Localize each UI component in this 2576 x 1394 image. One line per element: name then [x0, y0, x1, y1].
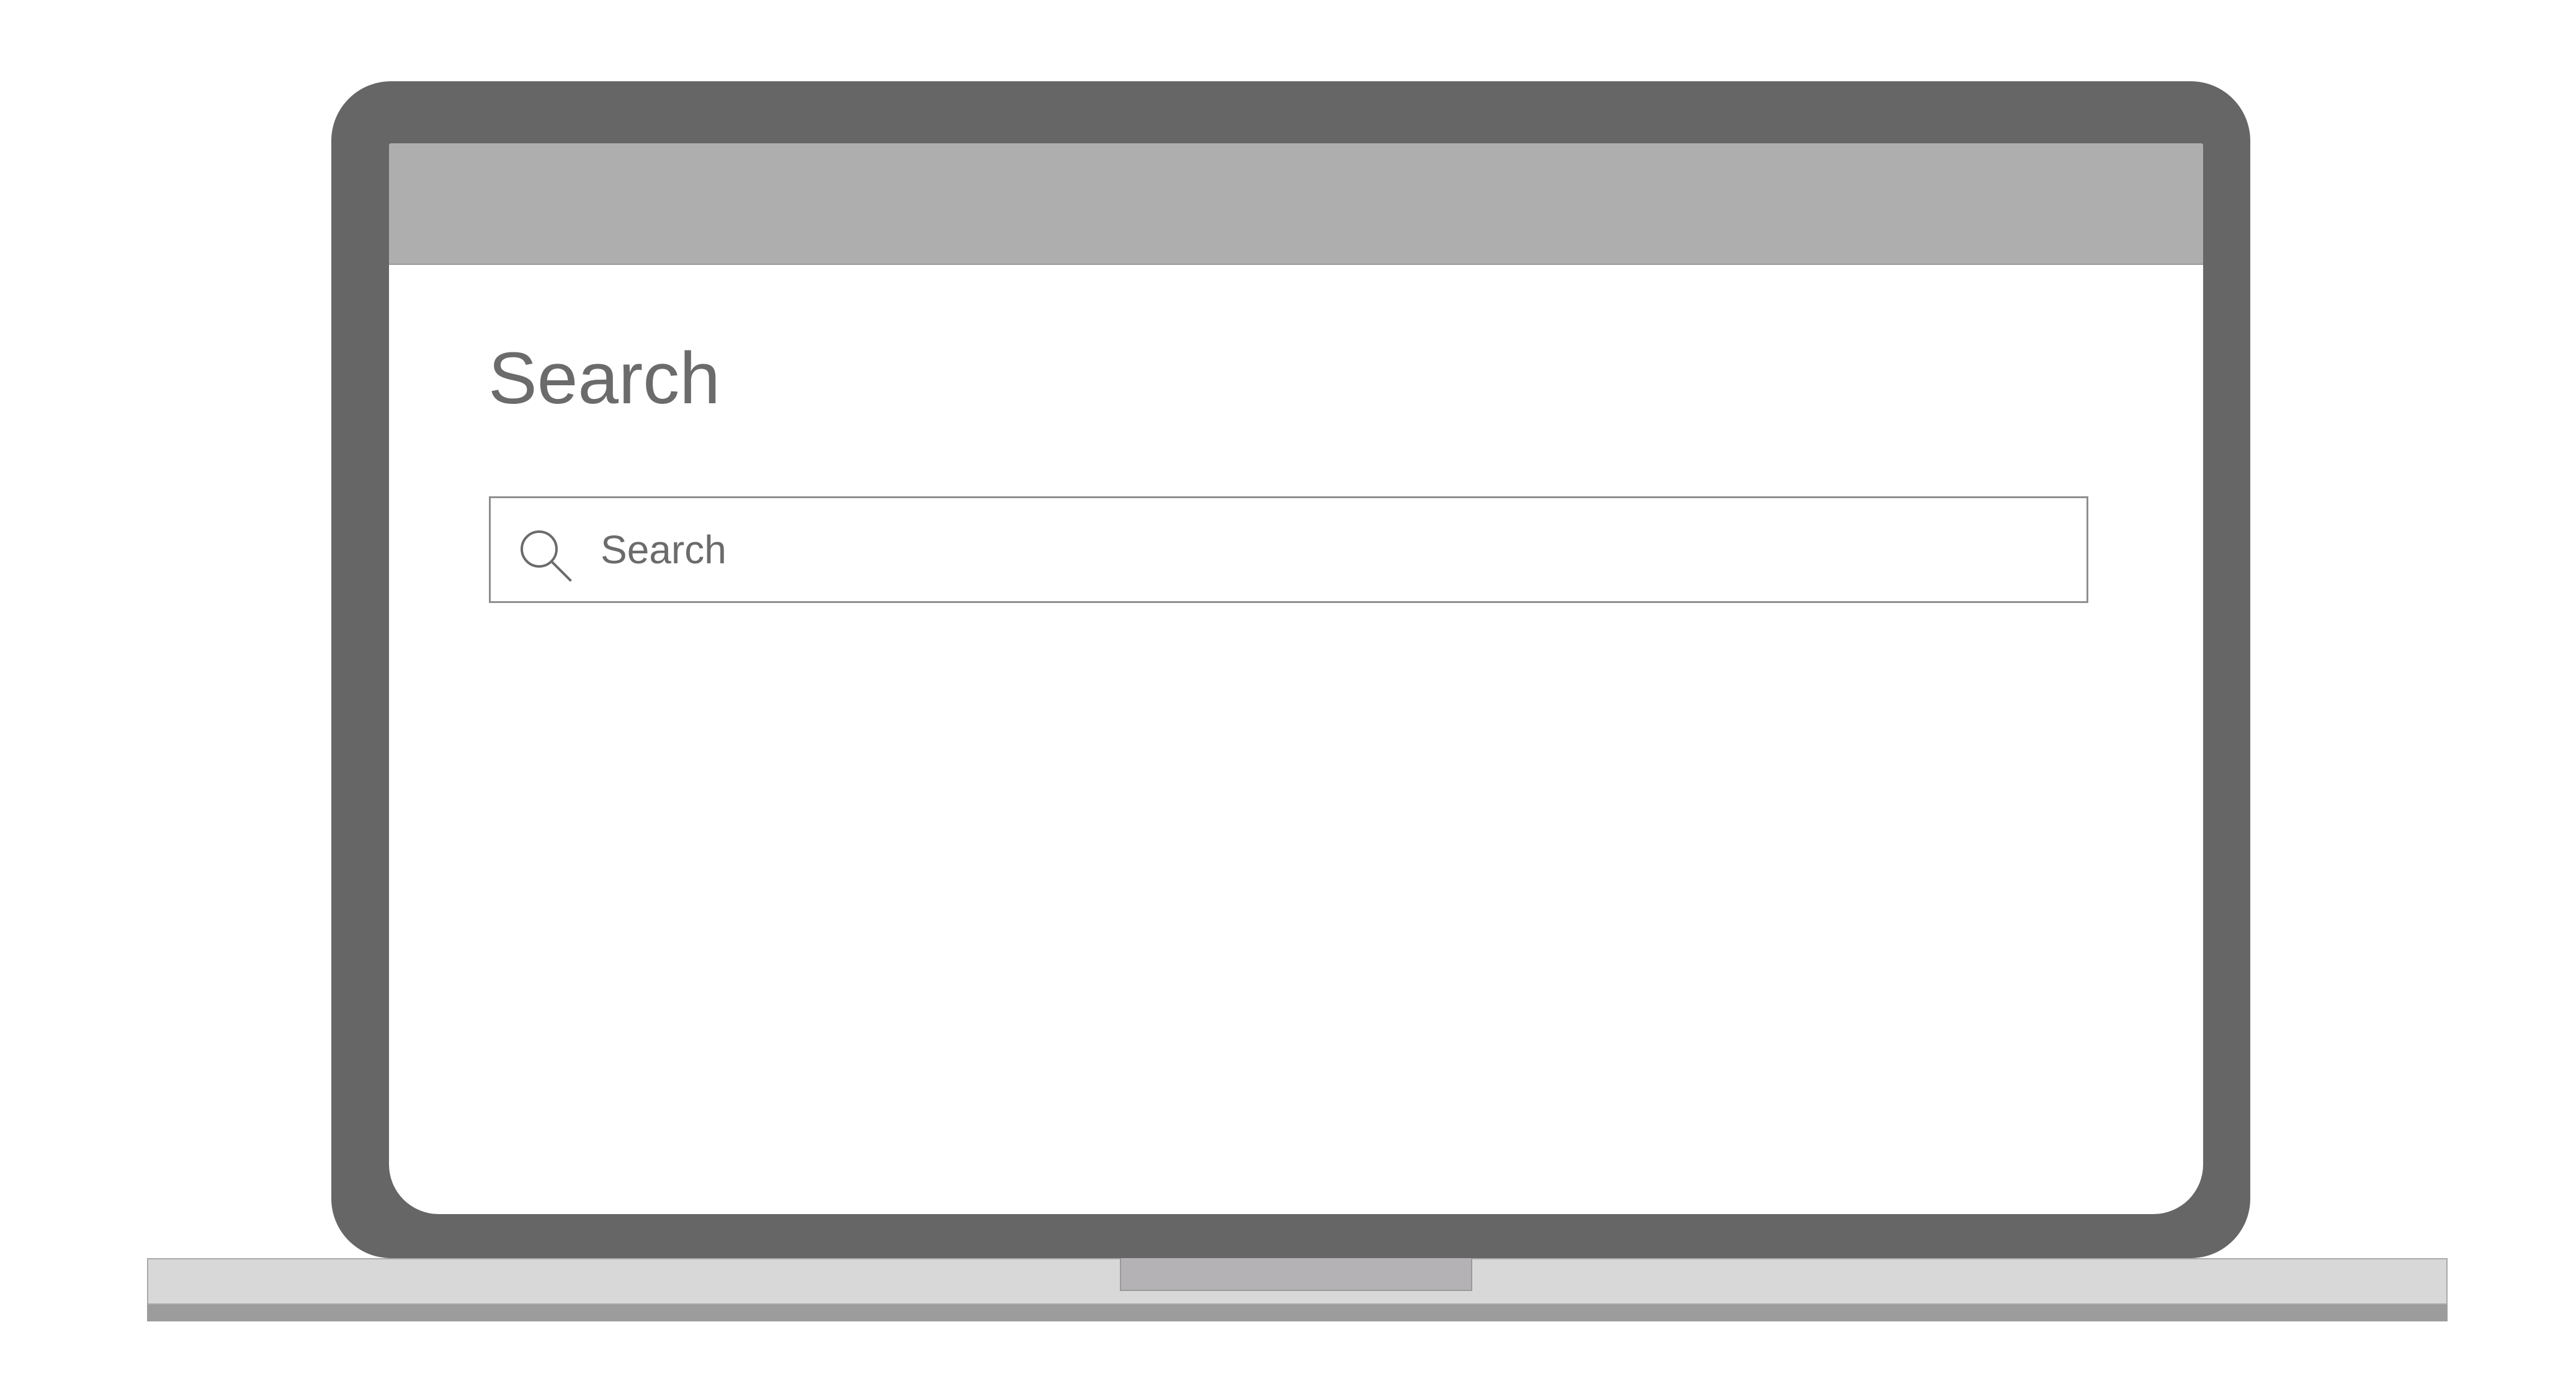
search-icon — [518, 528, 573, 583]
laptop-hinge-notch — [1120, 1258, 1472, 1291]
laptop-screen: Search — [389, 143, 2203, 1214]
laptop-mockup: Search — [0, 0, 2576, 1394]
page-title: Search — [488, 337, 720, 419]
laptop-base-edge — [147, 1305, 2448, 1321]
browser-toolbar — [389, 143, 2203, 265]
search-input[interactable] — [601, 498, 2065, 601]
search-box[interactable] — [489, 496, 2088, 603]
